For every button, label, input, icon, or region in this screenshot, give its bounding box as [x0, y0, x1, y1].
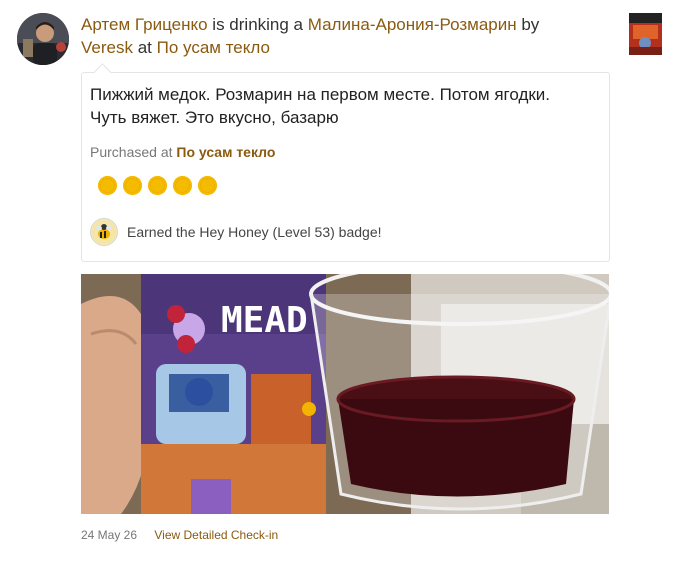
rating-cap-icon — [98, 176, 117, 195]
checkin-card: Пижжий медок. Розмарин на первом месте. … — [81, 63, 610, 262]
rating-cap-icon — [173, 176, 192, 195]
card-notch — [93, 63, 112, 82]
can-label-text: MEAD — [221, 300, 308, 341]
rating-cap-icon — [148, 176, 167, 195]
badge-earned[interactable]: Earned the Hey Honey (Level 53) badge! — [90, 218, 382, 246]
venue-link[interactable]: По усам текло — [157, 38, 270, 57]
purchased-label: Purchased at — [90, 144, 173, 160]
rating-caps — [98, 176, 223, 196]
at-text: at — [137, 38, 152, 57]
beer-label-image — [629, 13, 662, 55]
beer-name-link[interactable]: Малина-Арония-Розмарин — [308, 15, 517, 34]
badge-text: Earned the Hey Honey (Level 53) badge! — [127, 224, 382, 240]
beer-label-thumbnail[interactable] — [629, 13, 662, 55]
checkin-footer: 24 May 26 View Detailed Check-in — [81, 528, 278, 542]
checkin-photo[interactable]: MEAD — [81, 274, 609, 514]
rating-cap-icon — [198, 176, 217, 195]
rating-cap-icon — [123, 176, 142, 195]
purchased-venue-link[interactable]: По усам текло — [176, 144, 275, 160]
checkin-headline: Артем Гриценко is drinking a Малина-Арон… — [81, 13, 611, 59]
is-drinking-text: is drinking a — [212, 15, 304, 34]
by-text: by — [521, 15, 540, 34]
beer-photo-image: MEAD — [81, 274, 609, 514]
brewery-link[interactable]: Veresk — [81, 38, 133, 57]
purchased-info: Purchased at По усам текло — [90, 144, 275, 160]
checkin-date: 24 May 26 — [81, 528, 138, 542]
avatar-image — [17, 13, 69, 65]
user-avatar[interactable] — [17, 13, 69, 65]
user-name-link[interactable]: Артем Гриценко — [81, 15, 208, 34]
checkin-comment: Пижжий медок. Розмарин на первом месте. … — [90, 85, 551, 127]
hey-honey-badge-icon — [90, 218, 118, 246]
view-detailed-checkin-link[interactable]: View Detailed Check-in — [154, 528, 278, 542]
